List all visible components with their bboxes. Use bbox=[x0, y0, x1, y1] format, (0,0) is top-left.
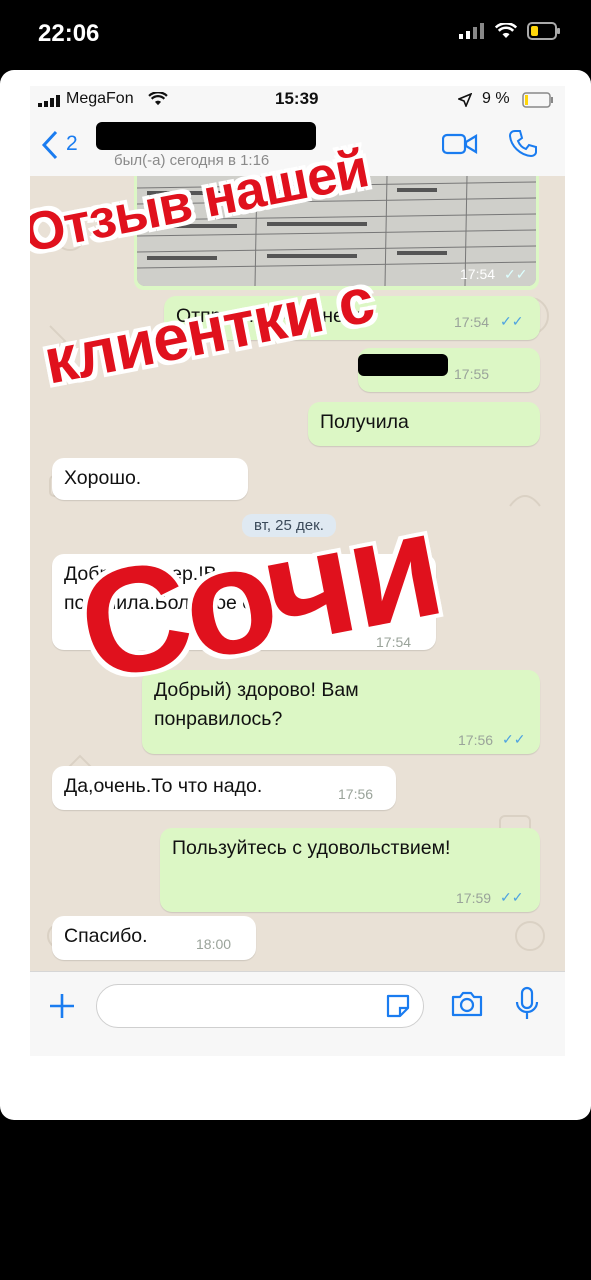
sticker-icon[interactable] bbox=[385, 993, 411, 1019]
inner-status-bar: MegaFon 15:39 9 % bbox=[30, 86, 565, 116]
inner-status-time: 15:39 bbox=[275, 89, 319, 108]
video-call-icon[interactable] bbox=[442, 132, 478, 156]
double-check-icon: ✓✓ bbox=[502, 731, 526, 747]
message-bubble-outgoing[interactable]: 17:55 bbox=[358, 348, 540, 392]
double-check-icon: ✓✓ bbox=[500, 889, 524, 905]
redacted-contact-name bbox=[96, 122, 316, 150]
outer-status-icons bbox=[459, 22, 561, 40]
whatsapp-screenshot: MegaFon 15:39 9 % 2 был(-а) сегодня в 1:… bbox=[30, 86, 565, 1056]
location-arrow-icon bbox=[458, 93, 472, 107]
battery-icon bbox=[527, 22, 560, 40]
wifi-icon bbox=[148, 92, 168, 106]
message-text: Спасибо. bbox=[64, 925, 148, 947]
message-time: 17:56 bbox=[338, 786, 374, 802]
message-time: 18:00 bbox=[196, 936, 232, 952]
message-time: 17:59 bbox=[456, 890, 492, 906]
phone-icon[interactable] bbox=[508, 128, 538, 158]
message-time: 17:55 bbox=[454, 366, 490, 382]
back-chevron-icon[interactable] bbox=[40, 130, 60, 160]
double-check-icon: ✓✓ bbox=[504, 266, 528, 282]
signal-icon bbox=[459, 23, 484, 39]
message-bubble-incoming[interactable]: Хорошо. bbox=[52, 458, 248, 500]
battery-icon bbox=[522, 92, 553, 108]
message-input-bar bbox=[30, 971, 565, 1056]
message-time: 17:54 bbox=[460, 266, 496, 282]
message-text: Да,очень.То что надо. bbox=[64, 775, 263, 797]
message-time: 17:56 bbox=[458, 732, 494, 748]
plus-icon[interactable] bbox=[48, 992, 76, 1020]
carrier-name: MegaFon bbox=[66, 90, 134, 107]
battery-percent: 9 % bbox=[482, 90, 510, 107]
redacted-message-text bbox=[358, 354, 448, 376]
message-bubble-outgoing[interactable]: Пользуйтесь с удовольствием! 17:59 ✓✓ bbox=[160, 828, 540, 912]
back-count[interactable]: 2 bbox=[66, 132, 78, 156]
message-text: Пользуйтесь с удовольствием! bbox=[172, 837, 451, 859]
message-time: 17:54 bbox=[454, 314, 490, 330]
message-text: Хорошо. bbox=[64, 467, 142, 489]
wifi-icon bbox=[495, 23, 517, 38]
message-bubble-incoming[interactable]: Спасибо. 18:00 bbox=[52, 916, 256, 960]
camera-icon[interactable] bbox=[450, 990, 484, 1018]
double-check-icon: ✓✓ bbox=[500, 313, 524, 329]
bottom-area bbox=[0, 1120, 591, 1280]
message-bubble-incoming[interactable]: Да,очень.То что надо. 17:56 bbox=[52, 766, 396, 810]
message-input-field[interactable] bbox=[96, 984, 424, 1028]
signal-icon bbox=[38, 95, 60, 107]
message-text: Получила bbox=[320, 411, 409, 433]
message-bubble-outgoing[interactable]: Получила bbox=[308, 402, 540, 446]
outer-status-time: 22:06 bbox=[38, 20, 100, 47]
screenshot-card: MegaFon 15:39 9 % 2 был(-а) сегодня в 1:… bbox=[0, 70, 591, 1120]
microphone-icon[interactable] bbox=[514, 986, 540, 1022]
